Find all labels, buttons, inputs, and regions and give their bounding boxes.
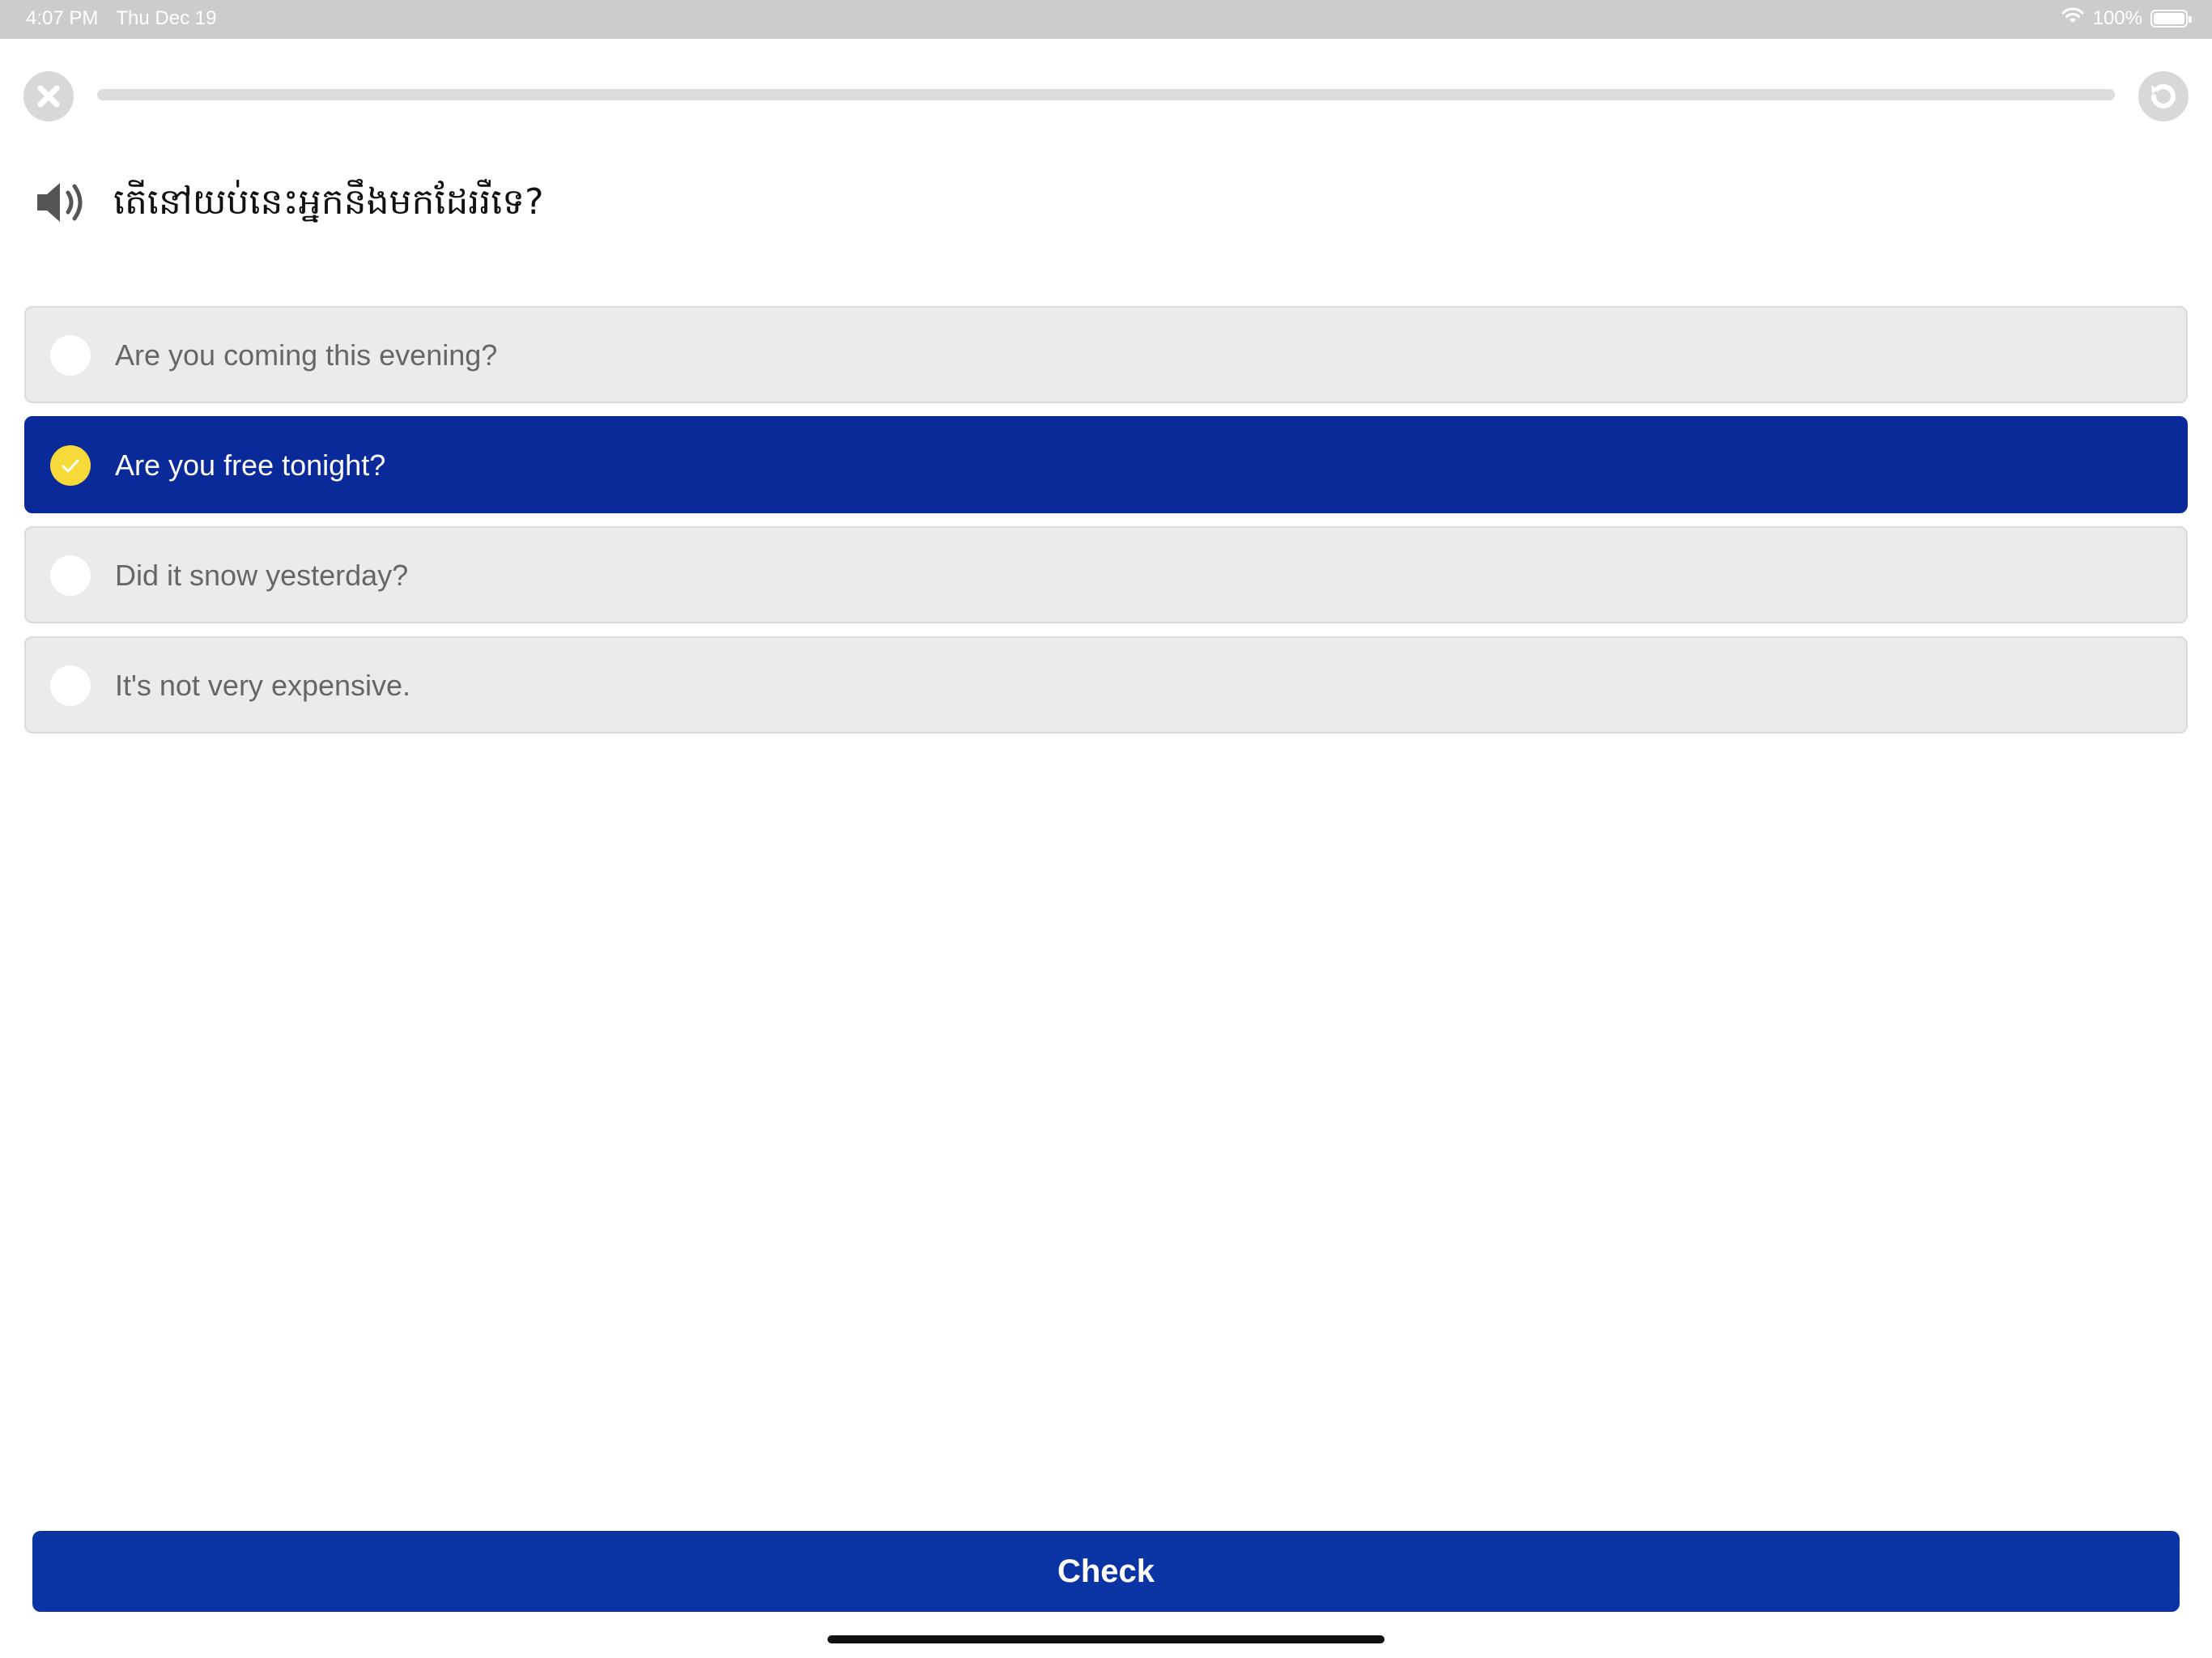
option-label: Are you free tonight? — [115, 449, 386, 482]
home-indicator — [827, 1635, 1385, 1643]
answer-options: Are you coming this evening? Are you fre… — [24, 306, 2188, 746]
refresh-icon — [2151, 83, 2176, 108]
status-bar: 4:07 PM Thu Dec 19 100% — [0, 0, 2212, 39]
battery-tip — [2189, 15, 2192, 23]
battery-fill — [2154, 12, 2184, 24]
x-circle-icon — [37, 85, 60, 108]
status-date: Thu Dec 19 — [116, 7, 217, 29]
lesson-progress-bar — [97, 89, 2115, 100]
answer-option-4[interactable]: It's not very expensive. — [24, 636, 2188, 733]
prompt-text: តើនៅយប់នេះអ្នកនឹងមកដែររឺទេ? — [113, 181, 544, 223]
speaker-icon — [37, 183, 83, 222]
status-right: 100% — [2061, 6, 2192, 30]
checkmark-icon — [62, 459, 79, 473]
option-label: Did it snow yesterday? — [115, 559, 409, 592]
wifi-icon — [2061, 6, 2085, 30]
radio-button[interactable] — [50, 555, 91, 596]
radio-button[interactable] — [50, 665, 91, 706]
battery-icon — [2150, 9, 2192, 28]
answer-option-2[interactable]: Are you free tonight? — [24, 416, 2188, 513]
check-button[interactable]: Check — [32, 1531, 2180, 1612]
battery-percent: 100% — [2092, 6, 2142, 29]
option-label: Are you coming this evening? — [115, 338, 498, 372]
answer-option-3[interactable]: Did it snow yesterday? — [24, 526, 2188, 623]
app-screen: 4:07 PM Thu Dec 19 100% តើនៅយប់នេះអ្នកនឹ… — [0, 0, 2212, 1658]
play-audio-button[interactable] — [32, 173, 91, 232]
status-time: 4:07 PM — [26, 7, 99, 29]
option-label: It's not very expensive. — [115, 669, 411, 702]
close-button[interactable] — [23, 71, 74, 121]
radio-button[interactable] — [50, 445, 91, 486]
answer-option-1[interactable]: Are you coming this evening? — [24, 306, 2188, 403]
reset-button[interactable] — [2138, 71, 2189, 121]
radio-button[interactable] — [50, 335, 91, 376]
status-left: 4:07 PM Thu Dec 19 — [26, 7, 216, 30]
